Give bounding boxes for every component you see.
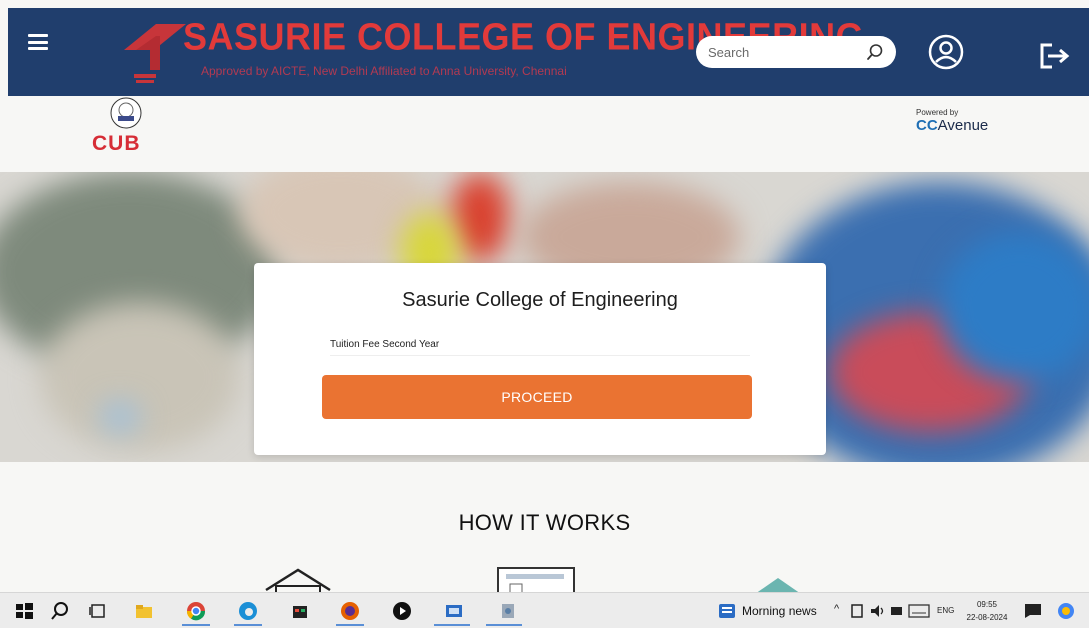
edge-icon[interactable] bbox=[238, 601, 258, 621]
battery-icon[interactable] bbox=[890, 605, 904, 617]
college-tagline: Approved by AICTE, New Delhi Affiliated … bbox=[201, 64, 567, 78]
windows-taskbar: Morning news ^ ENG 09:55 22-08-2024 bbox=[0, 592, 1089, 628]
app-2-active-indicator bbox=[486, 624, 522, 626]
how-it-works-heading: HOW IT WORKS bbox=[458, 510, 631, 535]
news-widget-icon[interactable] bbox=[718, 603, 736, 619]
windows-start-icon[interactable] bbox=[14, 601, 34, 621]
search-icon[interactable] bbox=[866, 43, 884, 61]
system-clock[interactable]: 09:55 22-08-2024 bbox=[962, 598, 1012, 624]
hamburger-menu-icon[interactable] bbox=[28, 34, 48, 50]
chrome-active-indicator bbox=[182, 624, 210, 626]
site-header: SASURIE COLLEGE OF ENGINEERING Approved … bbox=[8, 8, 1089, 96]
tray-chevron-icon[interactable]: ^ bbox=[834, 603, 839, 615]
volume-icon[interactable] bbox=[870, 604, 886, 618]
firefox-active-indicator bbox=[336, 624, 364, 626]
fee-type-divider bbox=[330, 355, 750, 356]
fee-type-label: Tuition Fee Second Year bbox=[330, 339, 440, 350]
chrome-icon[interactable] bbox=[186, 601, 206, 621]
proceed-button[interactable]: PROCEED bbox=[322, 375, 752, 419]
clock-date: 22-08-2024 bbox=[966, 613, 1008, 622]
tray-app-icon[interactable] bbox=[850, 603, 864, 619]
clock-time: 09:55 bbox=[976, 600, 998, 609]
payment-card: Sasurie College of Engineering Tuition F… bbox=[254, 263, 826, 455]
logout-icon[interactable] bbox=[1038, 42, 1072, 70]
taskbar-search-icon[interactable] bbox=[50, 601, 70, 621]
partner-bar: CUB Powered by CCAvenue bbox=[0, 96, 1089, 172]
cub-bank-logo: CUB bbox=[92, 132, 141, 155]
search-input[interactable] bbox=[708, 44, 866, 60]
app-icon[interactable] bbox=[444, 601, 464, 621]
news-widget-label[interactable]: Morning news bbox=[742, 604, 817, 618]
ccavenue-logo: CCAvenue bbox=[916, 117, 988, 134]
ccavenue-cc-text: CC bbox=[916, 117, 938, 134]
keyboard-icon[interactable] bbox=[908, 604, 930, 618]
notification-icon[interactable] bbox=[1024, 603, 1042, 619]
media-icon[interactable] bbox=[392, 601, 412, 621]
powered-by-label: Powered by bbox=[916, 108, 959, 117]
app-active-indicator bbox=[434, 624, 470, 626]
app-icon-2[interactable] bbox=[498, 601, 518, 621]
task-view-icon[interactable] bbox=[88, 601, 108, 621]
store-icon[interactable] bbox=[290, 601, 310, 621]
payment-card-title: Sasurie College of Engineering bbox=[402, 289, 678, 311]
ccavenue-name-text: Avenue bbox=[937, 117, 989, 134]
edge-active-indicator bbox=[234, 624, 262, 626]
search-box[interactable] bbox=[696, 36, 896, 68]
hero-banner: Sasurie College of Engineering Tuition F… bbox=[0, 172, 1089, 462]
college-logo-icon bbox=[124, 24, 186, 83]
payment-page: SASURIE COLLEGE OF ENGINEERING Approved … bbox=[0, 0, 1089, 628]
file-explorer-icon[interactable] bbox=[134, 601, 154, 621]
language-indicator[interactable]: ENG bbox=[937, 606, 954, 615]
user-profile-icon[interactable] bbox=[928, 34, 964, 70]
colorful-app-icon[interactable] bbox=[1056, 601, 1076, 621]
cub-emblem-icon bbox=[110, 97, 142, 129]
firefox-icon[interactable] bbox=[340, 601, 360, 621]
